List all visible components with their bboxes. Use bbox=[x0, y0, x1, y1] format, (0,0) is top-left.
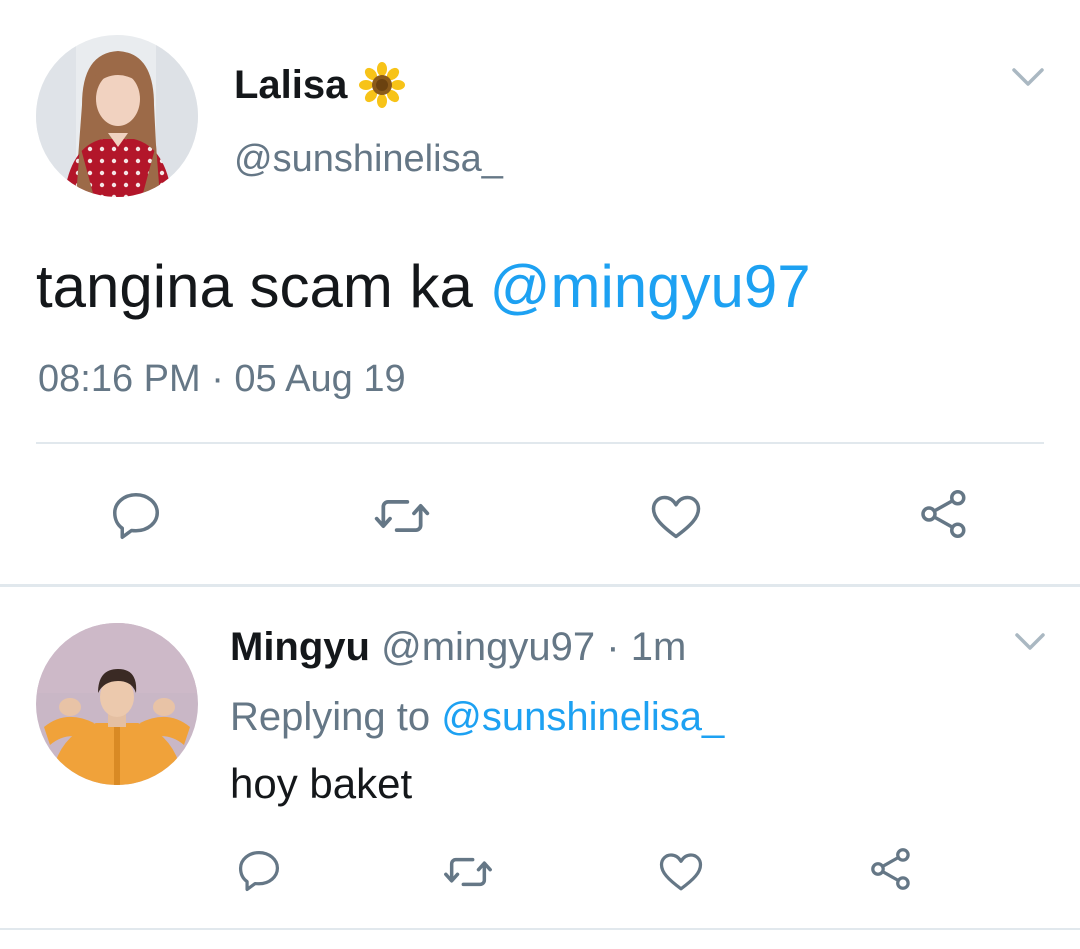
avatar-lalisa[interactable] bbox=[36, 35, 198, 197]
chevron-down-icon[interactable] bbox=[1012, 628, 1048, 656]
share-icon bbox=[921, 489, 966, 539]
share-button[interactable] bbox=[864, 842, 918, 896]
heart-icon bbox=[651, 495, 701, 539]
retweet-icon bbox=[374, 500, 430, 532]
like-button[interactable] bbox=[644, 484, 708, 548]
avatar-mingyu[interactable] bbox=[36, 623, 198, 785]
like-button[interactable] bbox=[654, 844, 708, 898]
reply-header: Mingyu @mingyu97 · 1m bbox=[230, 625, 686, 670]
author-handle[interactable]: @sunshinelisa_ bbox=[234, 138, 503, 181]
reply-icon bbox=[238, 850, 280, 892]
replying-to-mention[interactable]: @sunshinelisa_ bbox=[441, 695, 724, 739]
mention-link[interactable]: @mingyu97 bbox=[490, 253, 811, 320]
share-button[interactable] bbox=[912, 482, 976, 546]
tweet-time[interactable]: 1m bbox=[631, 625, 687, 669]
separator-dot: · bbox=[606, 625, 620, 669]
replying-to-context: Replying to @sunshinelisa_ bbox=[230, 695, 724, 740]
tweet-text: hoy baket bbox=[230, 760, 413, 807]
reply-button[interactable] bbox=[104, 484, 168, 548]
reply-icon bbox=[113, 493, 159, 539]
avatar-image bbox=[36, 623, 198, 785]
heart-icon bbox=[659, 853, 703, 891]
replying-to-label: Replying to bbox=[230, 695, 442, 739]
author-name-text: Lalisa bbox=[234, 62, 348, 107]
tweet-text-body: tangina scam ka bbox=[36, 253, 490, 320]
tweet-timestamp[interactable]: 08:16 PM · 05 Aug 19 bbox=[38, 358, 406, 401]
share-icon bbox=[871, 848, 910, 890]
author-name[interactable]: Mingyu bbox=[230, 625, 370, 669]
chevron-down-icon[interactable] bbox=[1008, 62, 1048, 92]
divider bbox=[0, 928, 1080, 930]
retweet-icon bbox=[444, 857, 492, 887]
sunflower-emoji-icon bbox=[359, 62, 406, 108]
retweet-button[interactable] bbox=[440, 844, 496, 900]
avatar-image bbox=[36, 35, 198, 197]
retweet-button[interactable] bbox=[370, 484, 434, 548]
divider bbox=[36, 442, 1044, 444]
author-name[interactable]: Lalisa bbox=[234, 62, 406, 108]
author-handle[interactable]: @mingyu97 bbox=[381, 625, 595, 669]
tweet-separator bbox=[0, 584, 1080, 587]
reply-button[interactable] bbox=[232, 844, 286, 898]
tweet-text: tangina scam ka @mingyu97 bbox=[36, 252, 811, 321]
